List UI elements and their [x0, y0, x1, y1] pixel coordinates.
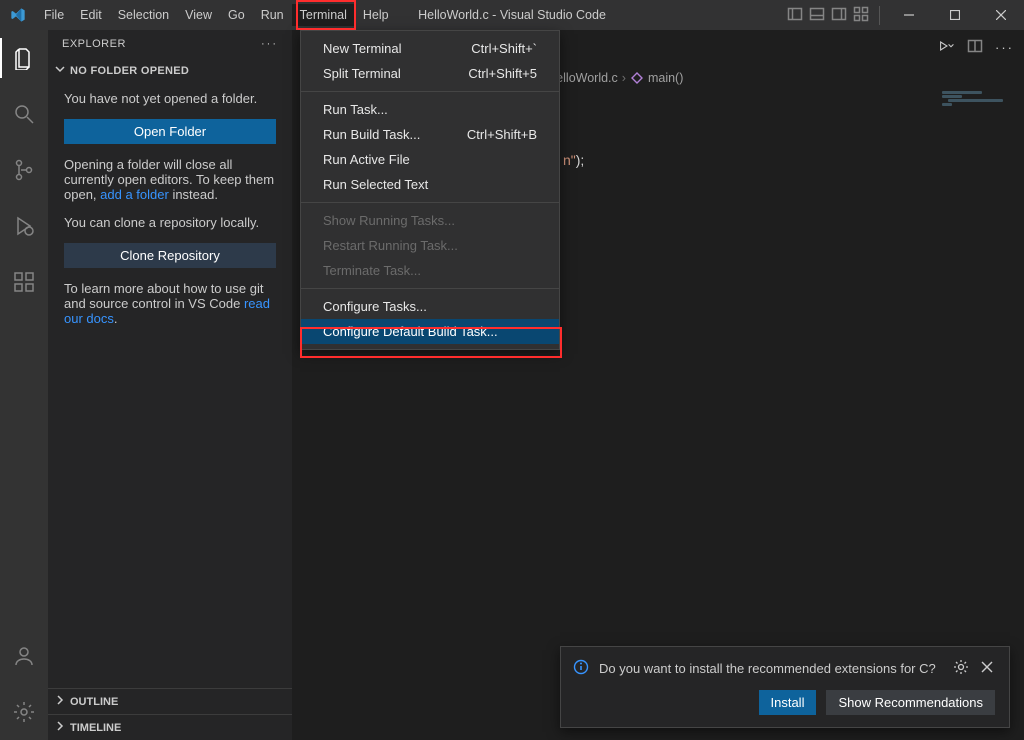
menu-run[interactable]: Run: [253, 4, 292, 26]
clone-text: You can clone a repository locally.: [64, 215, 276, 230]
menu-help[interactable]: Help: [355, 4, 397, 26]
outline-section[interactable]: OUTLINE: [48, 688, 292, 714]
terminal-menu: New TerminalCtrl+Shift+` Split TerminalC…: [300, 30, 560, 350]
window-maximize-button[interactable]: [932, 0, 978, 30]
chevron-right-icon: [54, 694, 66, 709]
layout-icons: [787, 6, 880, 25]
menu-run-build-task[interactable]: Run Build Task...Ctrl+Shift+B: [301, 122, 559, 147]
toast-install-button[interactable]: Install: [759, 690, 817, 715]
activity-accounts[interactable]: [0, 636, 48, 676]
activity-search[interactable]: [0, 94, 48, 134]
menu-configure-default-build-task[interactable]: Configure Default Build Task...: [301, 319, 559, 344]
window-close-button[interactable]: [978, 0, 1024, 30]
window-minimize-button[interactable]: [886, 0, 932, 30]
menu-restart-running-task: Restart Running Task...: [301, 233, 559, 258]
menu-run-active-file[interactable]: Run Active File: [301, 147, 559, 172]
add-a-folder-link[interactable]: add a folder: [100, 187, 169, 202]
toggle-panel-icon[interactable]: [809, 6, 825, 25]
run-dropdown-icon[interactable]: [939, 38, 955, 57]
activity-run-debug[interactable]: [0, 206, 48, 246]
vscode-logo-icon: [0, 7, 36, 23]
explorer-title: EXPLORER: [62, 38, 126, 50]
title-bar: File Edit Selection View Go Run Terminal…: [0, 0, 1024, 30]
clone-repository-button[interactable]: Clone Repository: [64, 243, 276, 268]
timeline-section[interactable]: TIMELINE: [48, 714, 292, 740]
menu-edit[interactable]: Edit: [72, 4, 110, 26]
more-actions-icon[interactable]: ···: [995, 40, 1014, 55]
toast-show-recommendations-button[interactable]: Show Recommendations: [826, 690, 995, 715]
menu-terminate-task: Terminate Task...: [301, 258, 559, 283]
menu-show-running-tasks: Show Running Tasks...: [301, 208, 559, 233]
minimap[interactable]: [934, 90, 1024, 108]
learn-text: To learn more about how to use git and s…: [64, 281, 276, 326]
info-icon: [573, 659, 589, 678]
recommendation-toast: Do you want to install the recommended e…: [560, 646, 1010, 728]
menu-file[interactable]: File: [36, 4, 72, 26]
menu-new-terminal[interactable]: New TerminalCtrl+Shift+`: [301, 36, 559, 61]
chevron-down-icon: [54, 63, 66, 78]
activity-manage[interactable]: [0, 692, 48, 732]
chevron-right-icon: [54, 720, 66, 735]
toast-message: Do you want to install the recommended e…: [599, 661, 943, 676]
menu-selection[interactable]: Selection: [110, 4, 177, 26]
close-editors-text: Opening a folder will close all currentl…: [64, 157, 276, 202]
menu-view[interactable]: View: [177, 4, 220, 26]
open-folder-button[interactable]: Open Folder: [64, 119, 276, 144]
window-title: HelloWorld.c - Visual Studio Code: [418, 8, 606, 22]
toast-gear-icon[interactable]: [953, 659, 969, 678]
menu-bar: File Edit Selection View Go Run Terminal…: [36, 4, 397, 26]
activity-source-control[interactable]: [0, 150, 48, 190]
code-string-fragment: n": [563, 152, 576, 168]
toggle-primary-sidebar-icon[interactable]: [787, 6, 803, 25]
activity-bar: [0, 30, 48, 740]
menu-go[interactable]: Go: [220, 4, 253, 26]
menu-split-terminal[interactable]: Split TerminalCtrl+Shift+5: [301, 61, 559, 86]
menu-terminal[interactable]: Terminal: [292, 4, 355, 26]
activity-extensions[interactable]: [0, 262, 48, 302]
toggle-secondary-sidebar-icon[interactable]: [831, 6, 847, 25]
activity-explorer[interactable]: [0, 38, 48, 78]
menu-configure-tasks[interactable]: Configure Tasks...: [301, 294, 559, 319]
no-folder-opened-header[interactable]: NO FOLDER OPENED: [48, 58, 292, 83]
menu-run-task[interactable]: Run Task...: [301, 97, 559, 122]
function-icon: [630, 71, 644, 85]
code-punct-fragment: );: [576, 152, 585, 168]
not-opened-text: You have not yet opened a folder.: [64, 91, 276, 106]
menu-run-selected-text[interactable]: Run Selected Text: [301, 172, 559, 197]
explorer-sidebar: EXPLORER ··· NO FOLDER OPENED You have n…: [48, 30, 293, 740]
customize-layout-icon[interactable]: [853, 6, 869, 25]
split-editor-icon[interactable]: [967, 38, 983, 57]
toast-close-icon[interactable]: [979, 659, 995, 678]
explorer-more-icon[interactable]: ···: [261, 38, 278, 50]
